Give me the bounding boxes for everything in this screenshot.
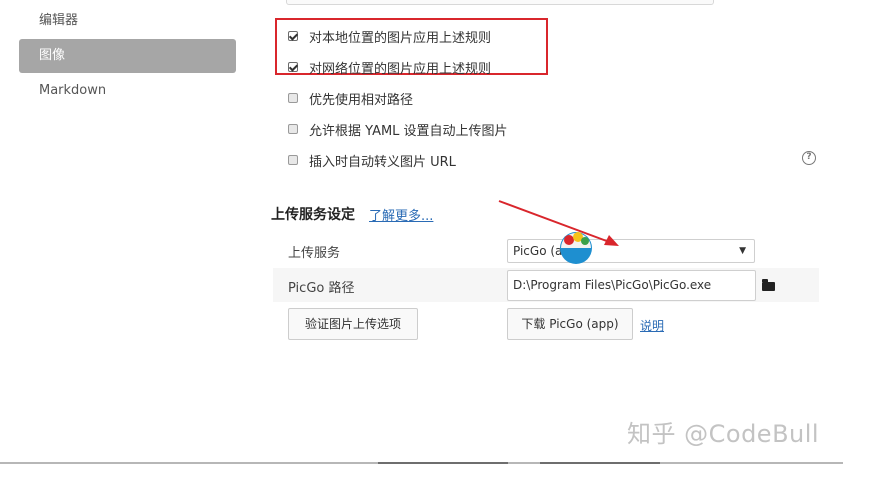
bottom-border-segment (378, 462, 508, 464)
watermark: 知乎 @CodeBull (627, 420, 820, 448)
annotation-arrow (498, 200, 619, 246)
bottom-border (0, 462, 843, 464)
arrow-head (604, 235, 619, 246)
ball-emoji-icon (560, 232, 592, 264)
bottom-border-segment (540, 462, 660, 464)
arrow-line (498, 200, 613, 244)
settings-panel: 编辑器 图像 Markdown 对本地位置的图片应用上述规则 对网络位置的图片应… (0, 0, 843, 462)
